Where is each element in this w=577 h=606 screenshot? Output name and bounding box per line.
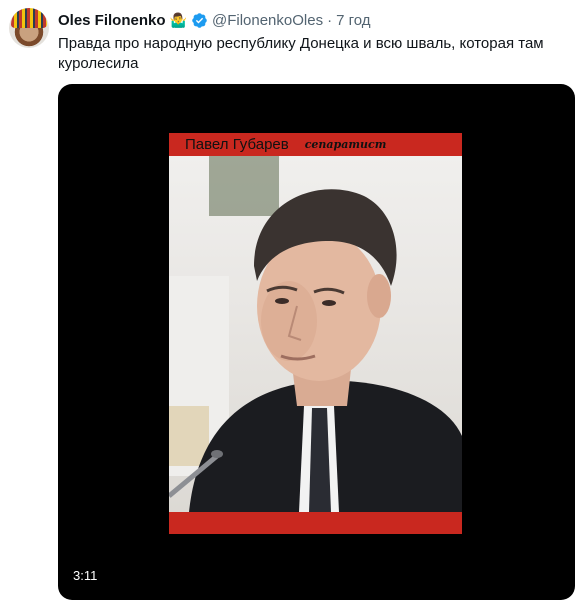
video-still-image [169, 156, 462, 512]
video-duration: 3:11 [73, 568, 98, 583]
video-frame: Павел Губарев сепаратист [169, 133, 462, 534]
author-name[interactable]: Oles Filonenko [58, 12, 166, 29]
avatar[interactable] [9, 8, 49, 48]
tweet-time[interactable]: 7 год [336, 12, 370, 29]
tweet: Oles Filonenko 🤷‍♂️ @FilonenkoOles · 7 г… [0, 0, 577, 606]
tweet-text: Правда про народную республику Донецка и… [58, 35, 544, 72]
caption-name: Павел Губарев [185, 136, 289, 153]
caption-bar-bottom [169, 512, 462, 534]
verified-icon [191, 12, 208, 29]
caption-bar: Павел Губарев сепаратист [169, 133, 462, 156]
headdress-decoration [11, 8, 47, 28]
shrug-emoji: 🤷‍♂️ [169, 11, 187, 28]
author-handle[interactable]: @FilonenkoOles [212, 12, 323, 29]
tweet-header: Oles Filonenko 🤷‍♂️ @FilonenkoOles · 7 г… [58, 10, 371, 30]
caption-tag: сепаратист [304, 138, 387, 151]
video-player[interactable]: Павел Губарев сепаратист 3:11 [58, 84, 575, 600]
separator-dot: · [327, 11, 333, 29]
